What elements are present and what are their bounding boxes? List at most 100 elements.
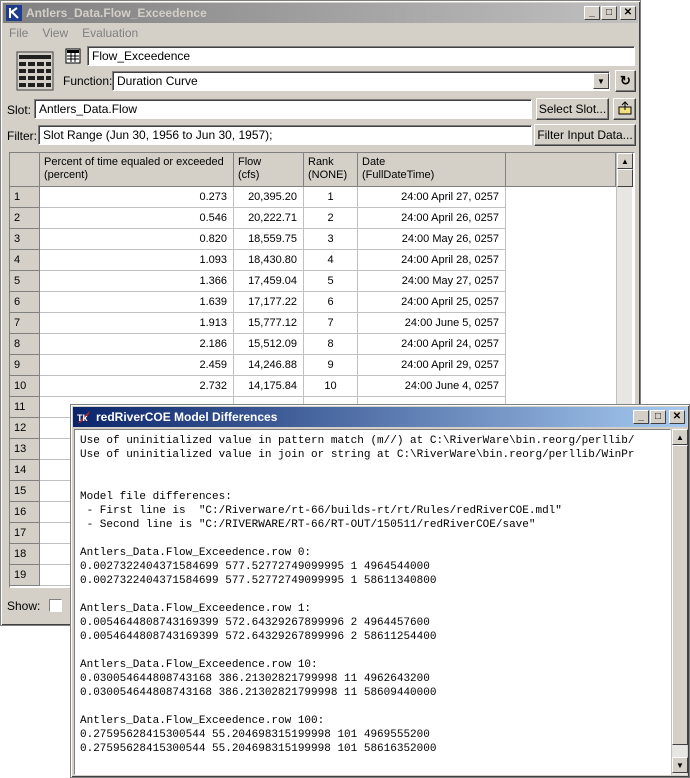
table-slot-icon: [16, 51, 54, 91]
filter-button-label: Filter Input Data...: [537, 128, 633, 142]
row-header[interactable]: 1: [10, 187, 40, 208]
menu-view[interactable]: View: [42, 26, 68, 40]
export-button[interactable]: [613, 98, 636, 120]
table-cell-percent[interactable]: 1.366: [40, 271, 234, 292]
row-header[interactable]: 7: [10, 313, 40, 334]
menu-file[interactable]: File: [9, 26, 28, 40]
row-header[interactable]: 13: [10, 439, 40, 460]
svg-text:Tk: Tk: [77, 413, 88, 423]
row-header[interactable]: 9: [10, 355, 40, 376]
column-header[interactable]: Rank (NONE): [304, 153, 358, 187]
row-header[interactable]: 2: [10, 208, 40, 229]
table-cell-flow[interactable]: 17,177.22: [234, 292, 304, 313]
table-cell-flow[interactable]: 17,459.04: [234, 271, 304, 292]
column-header[interactable]: Date (FullDateTime): [358, 153, 506, 187]
table-cell-flow[interactable]: 18,559.75: [234, 229, 304, 250]
table-cell-date[interactable]: 24:00 April 27, 0257: [358, 187, 506, 208]
table-cell-rank[interactable]: 3: [304, 229, 358, 250]
table-cell-rank[interactable]: 10: [304, 376, 358, 397]
table-cell-percent[interactable]: 1.093: [40, 250, 234, 271]
slot-name-field[interactable]: Flow_Exceedence: [87, 46, 635, 66]
table-cell-percent[interactable]: 1.639: [40, 292, 234, 313]
diff-scroll-thumb[interactable]: [672, 445, 688, 745]
row-header[interactable]: 16: [10, 502, 40, 523]
row-header[interactable]: 5: [10, 271, 40, 292]
slot-field[interactable]: Antlers_Data.Flow: [34, 99, 532, 119]
row-header[interactable]: 15: [10, 481, 40, 502]
scroll-up-icon[interactable]: ▲: [617, 153, 633, 169]
table-cell-flow[interactable]: 18,430.80: [234, 250, 304, 271]
show-checkbox[interactable]: [49, 599, 62, 612]
table-cell-flow[interactable]: 14,175.84: [234, 376, 304, 397]
function-select[interactable]: Duration Curve: [112, 71, 610, 91]
diff-close-button[interactable]: ✕: [669, 410, 685, 424]
row-header[interactable]: 3: [10, 229, 40, 250]
column-header[interactable]: Flow (cfs): [234, 153, 304, 187]
table-cell-rank[interactable]: 4: [304, 250, 358, 271]
diff-scroll-down-icon[interactable]: ▼: [672, 757, 688, 773]
column-header[interactable]: Percent of time equaled or exceeded (per…: [40, 153, 234, 187]
row-header[interactable]: 6: [10, 292, 40, 313]
row-header[interactable]: 18: [10, 544, 40, 565]
table-cell-flow[interactable]: 14,246.88: [234, 355, 304, 376]
table-cell-rank[interactable]: 6: [304, 292, 358, 313]
table-cell-percent[interactable]: 2.732: [40, 376, 234, 397]
row-header[interactable]: 19: [10, 565, 40, 586]
scroll-thumb[interactable]: [617, 169, 633, 187]
diff-minimize-button[interactable]: _: [633, 410, 649, 424]
diff-titlebar[interactable]: Tk redRiverCOE Model Differences _ □ ✕: [73, 407, 687, 427]
row-header[interactable]: 11: [10, 397, 40, 418]
table-cell-rank[interactable]: 8: [304, 334, 358, 355]
row-header[interactable]: 4: [10, 250, 40, 271]
row-header[interactable]: 14: [10, 460, 40, 481]
function-select-value: Duration Curve: [117, 74, 198, 88]
refresh-button[interactable]: ↻: [615, 70, 636, 92]
minimize-button[interactable]: _: [584, 6, 600, 20]
menu-evaluation[interactable]: Evaluation: [82, 26, 138, 40]
select-slot-button[interactable]: Select Slot...: [536, 98, 609, 120]
close-button[interactable]: ✕: [620, 6, 636, 20]
select-slot-label: Select Slot...: [538, 102, 607, 116]
diff-text-area[interactable]: Use of uninitialized value in pattern ma…: [74, 429, 671, 775]
table-cell-percent[interactable]: 0.820: [40, 229, 234, 250]
model-differences-window: Tk redRiverCOE Model Differences _ □ ✕ U…: [70, 404, 690, 778]
tk-feather-icon: Tk: [76, 409, 92, 425]
table-cell-percent[interactable]: 1.913: [40, 313, 234, 334]
table-cell-date[interactable]: 24:00 April 28, 0257: [358, 250, 506, 271]
table-cell-flow[interactable]: 20,395.20: [234, 187, 304, 208]
row-header[interactable]: 12: [10, 418, 40, 439]
row-header[interactable]: 10: [10, 376, 40, 397]
filter-field[interactable]: Slot Range (Jun 30, 1956 to Jun 30, 1957…: [38, 125, 532, 145]
diff-maximize-button[interactable]: □: [650, 410, 666, 424]
table-cell-date[interactable]: 24:00 May 26, 0257: [358, 229, 506, 250]
table-cell-rank[interactable]: 1: [304, 187, 358, 208]
table-cell-rank[interactable]: 9: [304, 355, 358, 376]
table-cell-date[interactable]: 24:00 April 26, 0257: [358, 208, 506, 229]
table-cell-flow[interactable]: 15,512.09: [234, 334, 304, 355]
maximize-button[interactable]: □: [601, 6, 617, 20]
table-cell-date[interactable]: 24:00 April 24, 0257: [358, 334, 506, 355]
table-cell-rank[interactable]: 7: [304, 313, 358, 334]
table-cell-percent[interactable]: 2.459: [40, 355, 234, 376]
table-cell-percent[interactable]: 0.273: [40, 187, 234, 208]
export-icon: [617, 100, 633, 118]
table-cell-percent[interactable]: 0.546: [40, 208, 234, 229]
table-cell-date[interactable]: 24:00 May 27, 0257: [358, 271, 506, 292]
table-cell-date[interactable]: 24:00 April 29, 0257: [358, 355, 506, 376]
table-cell-flow[interactable]: 20,222.71: [234, 208, 304, 229]
row-header[interactable]: 8: [10, 334, 40, 355]
table-cell-date[interactable]: 24:00 June 5, 0257: [358, 313, 506, 334]
table-cell-rank[interactable]: 2: [304, 208, 358, 229]
main-titlebar[interactable]: Antlers_Data.Flow_Exceedence _ □ ✕: [3, 3, 638, 23]
filter-input-data-button[interactable]: Filter Input Data...: [534, 124, 636, 146]
table-cell-date[interactable]: 24:00 June 4, 0257: [358, 376, 506, 397]
row-header[interactable]: 17: [10, 523, 40, 544]
function-dropdown-icon[interactable]: ▼: [593, 73, 609, 89]
diff-scrollbar[interactable]: ▲ ▼: [671, 429, 688, 775]
diff-scroll-up-icon[interactable]: ▲: [672, 429, 688, 445]
table-cell-flow[interactable]: 15,777.12: [234, 313, 304, 334]
table-cell-rank[interactable]: 5: [304, 271, 358, 292]
slot-label: Slot:: [7, 103, 32, 117]
table-cell-percent[interactable]: 2.186: [40, 334, 234, 355]
table-cell-date[interactable]: 24:00 April 25, 0257: [358, 292, 506, 313]
